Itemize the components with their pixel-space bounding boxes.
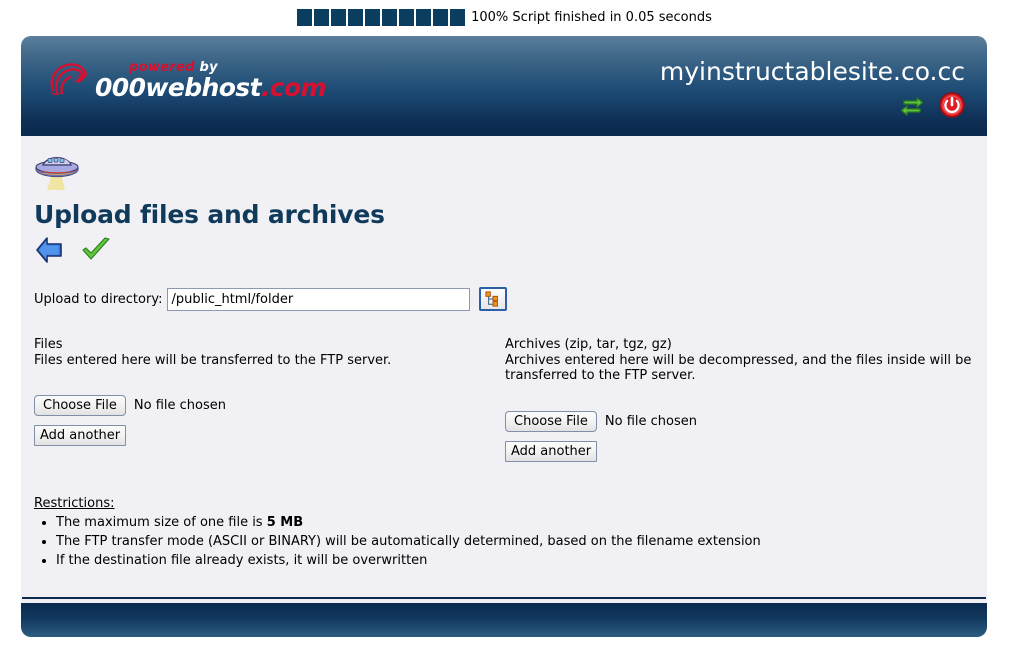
site-shell: powered by 000webhost.com myinstructable… xyxy=(21,36,987,638)
restriction-item: If the destination file already exists, … xyxy=(56,551,974,570)
brand-main: 000webhost xyxy=(95,73,262,102)
files-column-description: Files entered here will be transferred t… xyxy=(34,353,392,368)
refresh-icon[interactable] xyxy=(899,92,925,118)
upload-directory-row: Upload to directory: xyxy=(34,287,974,311)
files-add-another-button[interactable]: Add another xyxy=(34,425,127,447)
content-inner: Upload files and archives Upload to dire… xyxy=(22,136,986,580)
progress-block xyxy=(348,8,364,26)
archives-column: Archives (zip, tar, tgz, gz) Archives en… xyxy=(505,337,974,462)
back-arrow-icon[interactable] xyxy=(34,235,66,265)
archives-no-file-chosen-label: No file chosen xyxy=(604,413,697,429)
site-footer xyxy=(21,603,987,638)
archives-column-title: Archives (zip, tar, tgz, gz) xyxy=(505,337,672,352)
brand-tld: .com xyxy=(260,73,327,102)
restrictions-list: The maximum size of one file is 5 MBThe … xyxy=(34,513,974,571)
header-icon-group xyxy=(660,91,965,118)
confirm-check-icon[interactable] xyxy=(80,235,112,265)
swirl-icon xyxy=(50,63,87,95)
progress-bar xyxy=(297,8,466,26)
files-choose-file-button[interactable]: Choose File xyxy=(34,395,126,417)
restrictions-title: Restrictions: xyxy=(34,495,115,511)
progress-block xyxy=(314,8,330,26)
progress-block xyxy=(331,8,347,26)
archives-add-another-button[interactable]: Add another xyxy=(505,440,598,462)
files-file-row: Choose File No file chosen xyxy=(34,395,503,417)
files-no-file-chosen-label: No file chosen xyxy=(133,398,226,414)
files-column-title: Files xyxy=(34,337,63,352)
progress-block xyxy=(365,8,381,26)
brand-text: 000webhost.com xyxy=(95,73,327,102)
logo-text: powered by 000webhost.com xyxy=(95,61,327,102)
content-divider xyxy=(22,597,986,600)
progress-percent: 100% xyxy=(471,9,509,25)
progress-block xyxy=(416,8,432,26)
directory-browse-button[interactable] xyxy=(479,287,508,311)
progress-block xyxy=(433,8,449,26)
site-header: powered by 000webhost.com myinstructable… xyxy=(21,36,987,136)
progress-block xyxy=(297,8,313,26)
progress-block xyxy=(399,8,415,26)
progress-block xyxy=(382,8,398,26)
archives-column-description: Archives entered here will be decompress… xyxy=(505,353,972,384)
ufo-icon xyxy=(35,156,79,190)
progress-strip: 100% Script finished in 0.05 seconds xyxy=(0,0,1009,34)
upload-columns: Files Files entered here will be transfe… xyxy=(34,337,974,462)
upload-directory-label: Upload to directory: xyxy=(34,291,163,307)
restriction-item: The FTP transfer mode (ASCII or BINARY) … xyxy=(56,532,974,551)
content-panel: Upload files and archives Upload to dire… xyxy=(21,136,987,604)
progress-status-text: 100% Script finished in 0.05 seconds xyxy=(471,10,712,25)
site-logo[interactable]: powered by 000webhost.com xyxy=(45,56,327,102)
upload-directory-input[interactable] xyxy=(167,287,471,311)
page-title: Upload files and archives xyxy=(34,200,385,229)
progress-message: Script finished in 0.05 seconds xyxy=(512,9,712,25)
archives-choose-file-button[interactable]: Choose File xyxy=(505,410,597,432)
header-right: myinstructablesite.co.cc xyxy=(660,58,965,118)
restriction-highlight: 5 MB xyxy=(266,514,304,530)
directory-tree-icon xyxy=(485,291,499,307)
restriction-item: The maximum size of one file is 5 MB xyxy=(56,513,974,532)
files-column: Files Files entered here will be transfe… xyxy=(34,337,503,462)
logout-power-icon[interactable] xyxy=(939,91,965,118)
page-toolbar xyxy=(34,235,974,265)
archives-file-row: Choose File No file chosen xyxy=(505,410,974,432)
progress-block xyxy=(450,8,466,26)
page-root: 100% Script finished in 0.05 seconds pow… xyxy=(0,0,1009,660)
site-domain-label: myinstructablesite.co.cc xyxy=(659,57,965,86)
restrictions-section: Restrictions: The maximum size of one fi… xyxy=(34,496,974,571)
